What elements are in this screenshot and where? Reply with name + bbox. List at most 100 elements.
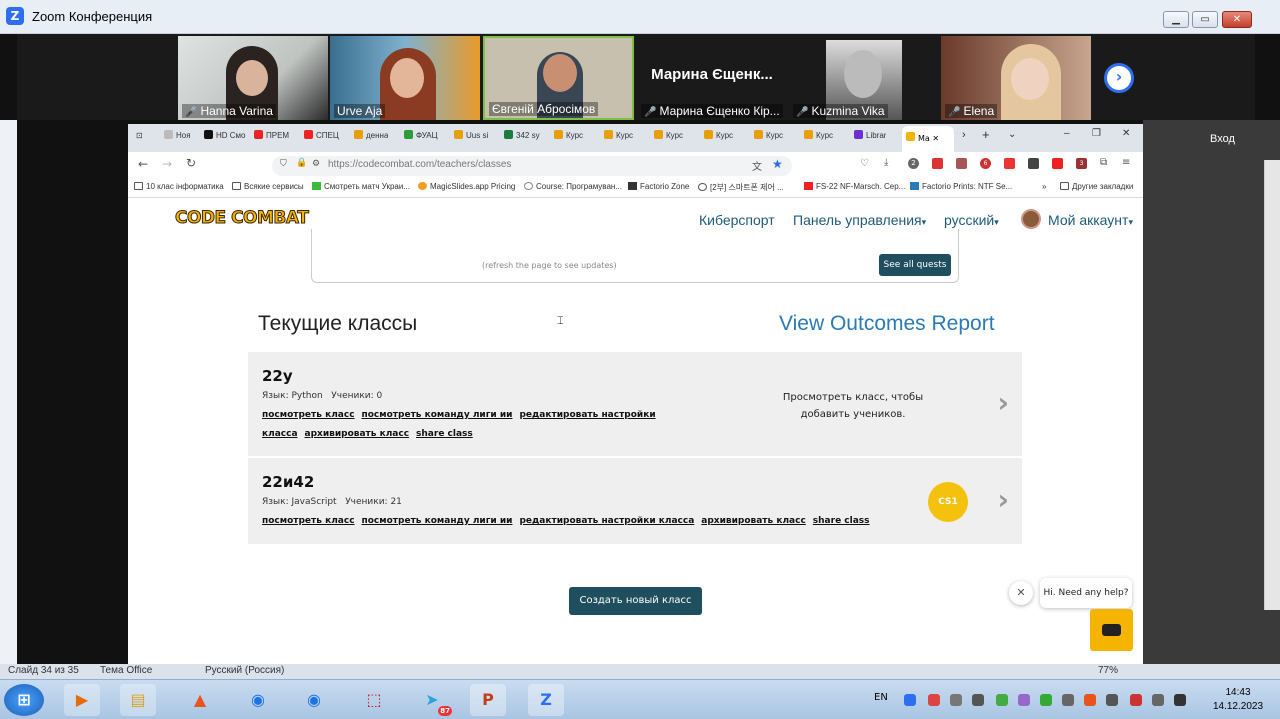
tab[interactable]: Librar [854,130,886,146]
media-player-icon[interactable]: ▶ [64,684,100,716]
tray-icon[interactable] [972,694,984,706]
tab[interactable]: Курс [704,130,733,146]
edit-class-settings-link[interactable]: редактировать настройки класса [519,516,694,526]
nav-language[interactable]: русский▾ [944,212,999,228]
view-league-team-link[interactable]: посмотреть команду лиги ии [362,516,513,526]
share-class-link[interactable]: share class [813,516,870,526]
bookmark[interactable]: Course: Програмуван... [524,182,622,191]
download-icon[interactable]: ⤓ [884,157,888,168]
tab-search-icon[interactable]: ⊡ [136,131,143,147]
tray-icon[interactable] [1084,694,1096,706]
chat-button[interactable] [1090,609,1133,651]
tray-icon[interactable] [1040,694,1052,706]
share-class-link[interactable]: share class [416,429,473,439]
close-button[interactable]: ✕ [1222,11,1252,28]
bookmark-folder[interactable]: Всякие сервисы [232,182,304,191]
outcomes-report-link[interactable]: View Outcomes Report [779,312,995,336]
bookmark-folder[interactable]: 10 клас інформатика [134,182,224,191]
menu-icon[interactable]: ≡ [1122,157,1130,168]
extensions-puzzle-icon[interactable]: ⧉ [1100,157,1107,168]
browser-close-icon[interactable]: ✕ [1122,128,1130,144]
extension-badge[interactable]: 2 [908,158,919,169]
extension-badge[interactable]: 3 [1076,158,1087,169]
participant-tile[interactable]: 🎤 Elena [941,36,1091,120]
volume-icon[interactable] [950,694,962,706]
participant-tile[interactable]: Urve Aja [330,36,480,120]
tab-scroll-right-icon[interactable]: › [962,129,966,145]
tab-list-icon[interactable]: ⌄ [1008,129,1016,145]
tab[interactable]: Uus si [454,130,488,146]
view-class-link[interactable]: посмотреть класс [262,410,355,420]
tab[interactable]: СПЕЦ [304,130,339,146]
viber-icon[interactable] [1018,694,1030,706]
tab[interactable]: денна [354,130,388,146]
minimize-button[interactable]: ▁ [1163,11,1189,28]
chevron-right-icon[interactable]: › [997,483,1009,516]
browser-minimize-icon[interactable]: – [1064,128,1070,144]
participant-tile[interactable]: Марина Єщенк... 🎤 Марина Єщенко Кір... [637,36,787,120]
new-tab-icon[interactable]: + [982,127,990,143]
clock[interactable]: 14:43 14.12.2023 [1200,686,1276,714]
bookmark[interactable]: FS-22 NF-Marsch. Cep... [804,182,905,191]
next-page-arrow-icon[interactable]: › [1104,63,1134,93]
tab[interactable]: ПРЕМ [254,130,289,146]
bookmark-star-icon[interactable]: ★ [772,157,783,171]
help-bubble[interactable]: Hi. Need any help? [1040,578,1132,608]
network-icon[interactable] [1106,694,1118,706]
file-explorer-icon[interactable]: ▤ [120,684,156,716]
participant-tile[interactable]: 🎤 Hanna Varina [178,36,328,120]
tab[interactable]: Курс [804,130,833,146]
extension-icon[interactable] [1028,158,1039,169]
tab[interactable]: Курс [604,130,633,146]
url-field[interactable]: ⛉ 🔒 ⚙ https://codecombat.com/teachers/cl… [272,156,792,176]
nav-account[interactable]: Мой аккаунт▾ [1048,212,1133,228]
site-settings-icon[interactable]: ⚙ [312,159,320,169]
tray-icon[interactable] [996,694,1008,706]
tab[interactable]: Курс [754,130,783,146]
reload-icon[interactable]: ↻ [186,156,196,170]
nav-dashboard[interactable]: Панель управления▾ [793,212,926,228]
participant-tile-active-speaker[interactable]: Євгеній Абросімов [483,36,634,120]
view-class-link[interactable]: посмотреть класс [262,516,355,526]
participant-tile[interactable]: 🎤 Kuzmina Vika [789,36,939,120]
telegram-icon[interactable]: ➤ 87 [414,684,452,716]
powerpoint-icon[interactable]: P [470,684,506,716]
tray-icon[interactable] [1062,694,1074,706]
translate-icon[interactable]: 文 [752,158,762,173]
zoom-taskbar-icon[interactable]: Z [528,684,564,716]
other-bookmarks[interactable]: Другие закладки [1060,182,1133,191]
browser-restore-icon[interactable]: ❐ [1092,128,1101,144]
back-icon[interactable]: ← [138,157,148,171]
chevron-right-icon[interactable]: › [997,386,1009,419]
tray-icon[interactable] [1152,694,1164,706]
bookmark[interactable]: [2부] 스마트폰 제어 ... [698,182,784,193]
tray-icon[interactable] [1174,694,1186,706]
zoom-level[interactable]: 77% [1098,665,1118,676]
pdf-reader-icon[interactable]: ⬚ [356,684,392,716]
start-button[interactable]: ⊞ [4,684,44,716]
youtube-extension-icon[interactable] [1052,158,1063,169]
close-help-icon[interactable]: ✕ [1009,581,1033,605]
avatar[interactable] [1021,209,1041,229]
app-icon[interactable]: ▲ [182,684,218,716]
tab[interactable]: 342 sy [504,130,540,146]
login-label[interactable]: Вход [1210,133,1254,151]
tab[interactable]: ФУАЦ [404,130,438,146]
scrollbar[interactable] [1264,160,1280,610]
extension-icon[interactable] [932,158,943,169]
tray-icon[interactable] [928,694,940,706]
adblock-icon[interactable] [1004,158,1015,169]
tab-active[interactable]: Ma ✕ [902,126,954,152]
view-league-team-link[interactable]: посмотреть команду лиги ии [362,410,513,420]
tab[interactable]: Курс [654,130,683,146]
tab[interactable]: Курс [554,130,583,146]
codecombat-logo[interactable]: CODE COMBAT [174,208,309,229]
language-indicator[interactable]: EN [874,692,888,703]
bookmark[interactable]: MagicSlides.app Pricing [418,182,515,191]
bookmark[interactable]: Смотреть матч Украи... [312,182,410,191]
bookmarks-overflow-icon[interactable]: » [1042,182,1046,191]
nav-esports[interactable]: Киберспорт [699,212,775,228]
tab[interactable]: HD Смо [204,130,246,146]
see-all-quests-button[interactable]: See all quests [879,254,951,276]
archive-class-link[interactable]: архивировать класс [701,516,806,526]
